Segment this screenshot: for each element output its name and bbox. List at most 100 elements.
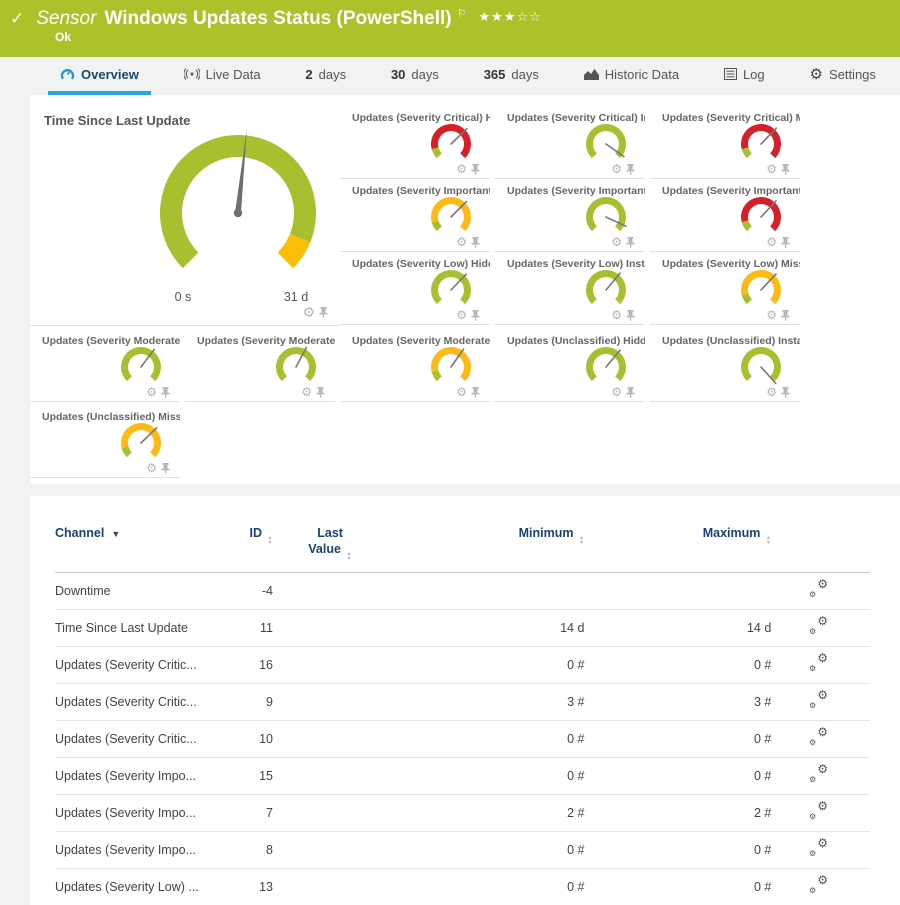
gear-icon[interactable]: ⚙ [611, 163, 622, 175]
gauge[interactable]: 0 s31 d [132, 121, 344, 316]
pushpin-icon[interactable] [319, 307, 328, 318]
pushpin-icon [626, 310, 635, 321]
pushpin-icon[interactable] [626, 310, 635, 321]
tab-overview[interactable]: Overview [48, 57, 151, 95]
gear-icon[interactable]: ⚙ [456, 386, 467, 398]
pushpin-icon[interactable] [471, 237, 480, 248]
tab-365-days[interactable]: 365 days [472, 57, 551, 95]
gauge-tile: Updates (Unclassified) Hidden⚙ [495, 330, 645, 402]
col-header-maximum[interactable]: Maximum▲▼ [584, 526, 771, 572]
tab-live-data[interactable]: Live Data [172, 57, 273, 95]
gear-icon[interactable]: ⚙ [456, 236, 467, 248]
channel-settings-icon[interactable]: ⚙⚙ [809, 767, 828, 782]
gear-icon[interactable]: ⚙ [611, 386, 622, 398]
channel-settings-icon[interactable]: ⚙⚙ [809, 693, 828, 708]
pushpin-icon[interactable] [316, 387, 325, 398]
channel-settings-icon[interactable]: ⚙⚙ [809, 730, 828, 745]
col-header-id[interactable]: ID▲▼ [211, 526, 273, 572]
channel-maximum: 0 # [584, 868, 771, 905]
tab-label: Overview [81, 67, 139, 82]
pushpin-icon [319, 307, 328, 318]
tab-30-days[interactable]: 30 days [379, 57, 451, 95]
channel-settings-icon[interactable]: ⚙⚙ [809, 841, 828, 856]
gear-icon[interactable]: ⚙ [456, 163, 467, 175]
tab-historic-data[interactable]: Historic Data [572, 57, 691, 95]
gauge-tile: Updates (Severity Moderate) ...⚙ [30, 330, 180, 402]
tab-settings[interactable]: ⚙ Settings [797, 57, 887, 95]
sensor-status-text: Ok [55, 30, 71, 44]
gear-icon[interactable]: ⚙ [146, 386, 157, 398]
pushpin-icon[interactable] [626, 237, 635, 248]
channel-minimum: 3 # [387, 683, 584, 720]
channel-maximum: 0 # [584, 720, 771, 757]
pushpin-icon[interactable] [781, 237, 790, 248]
channel-id: 15 [211, 757, 273, 794]
gear-icon[interactable]: ⚙ [302, 305, 315, 319]
col-header-last-value[interactable]: Last Value▲▼ [273, 526, 387, 572]
col-header-edit [771, 526, 870, 572]
gauges-panel: Time Since Last Update 0 s31 d ⚙ Updates… [30, 95, 900, 484]
channel-last-value [273, 794, 387, 831]
channel-maximum: 3 # [584, 683, 771, 720]
pushpin-icon[interactable] [161, 387, 170, 398]
gauge-tile: Updates (Severity Low) Missi...⚙ [650, 253, 800, 325]
gear-icon: ⚙ [809, 67, 822, 82]
flag-icon[interactable]: ⚐ [457, 7, 467, 20]
channel-last-value [273, 757, 387, 794]
gear-icon[interactable]: ⚙ [766, 309, 777, 321]
sensor-header: ✓ Sensor Windows Updates Status (PowerSh… [0, 0, 900, 57]
channel-name: Updates (Severity Critic... [55, 683, 211, 720]
pushpin-icon[interactable] [781, 164, 790, 175]
gear-icon[interactable]: ⚙ [766, 163, 777, 175]
channel-last-value [273, 646, 387, 683]
gear-icon[interactable]: ⚙ [766, 386, 777, 398]
table-row: Downtime-4⚙⚙ [55, 572, 870, 609]
channel-settings-icon[interactable]: ⚙⚙ [809, 804, 828, 819]
channel-name: Updates (Severity Critic... [55, 646, 211, 683]
gear-icon[interactable]: ⚙ [766, 236, 777, 248]
pushpin-icon [781, 237, 790, 248]
channel-maximum: 14 d [584, 609, 771, 646]
gauge-icon [60, 67, 75, 81]
channel-last-value [273, 572, 387, 609]
pushpin-icon [471, 387, 480, 398]
channel-id: 9 [211, 683, 273, 720]
col-header-minimum[interactable]: Minimum▲▼ [387, 526, 584, 572]
col-header-label: ID [250, 526, 263, 540]
sensor-title: Windows Updates Status (PowerShell) [104, 8, 451, 30]
pushpin-icon[interactable] [626, 164, 635, 175]
tab-number: 2 [305, 67, 312, 82]
pushpin-icon[interactable] [781, 387, 790, 398]
gear-icon[interactable]: ⚙ [301, 386, 312, 398]
pushpin-icon [781, 387, 790, 398]
pushpin-icon[interactable] [781, 310, 790, 321]
channel-minimum: 14 d [387, 609, 584, 646]
priority-stars[interactable]: ★★★☆☆ [478, 9, 541, 25]
gear-icon[interactable]: ⚙ [146, 462, 157, 474]
channel-last-value [273, 683, 387, 720]
gauge-tile: Updates (Severity Critical) Ins...⚙ [495, 107, 645, 179]
gear-icon[interactable]: ⚙ [611, 236, 622, 248]
gear-icon[interactable]: ⚙ [456, 309, 467, 321]
channel-settings-icon[interactable]: ⚙⚙ [809, 582, 828, 597]
col-header-channel[interactable]: Channel▼ [55, 526, 211, 572]
pushpin-icon[interactable] [626, 387, 635, 398]
pushpin-icon[interactable] [471, 310, 480, 321]
channel-settings-icon[interactable]: ⚙⚙ [809, 619, 828, 634]
tab-log[interactable]: Log [712, 57, 777, 95]
gauge-tile: Updates (Severity Critical) Mi...⚙ [650, 107, 800, 179]
tab-number: 30 [391, 67, 405, 82]
pushpin-icon[interactable] [471, 387, 480, 398]
pushpin-icon [781, 310, 790, 321]
channel-settings-icon[interactable]: ⚙⚙ [809, 878, 828, 893]
pushpin-icon [161, 463, 170, 474]
gauge-tile: Updates (Severity Important) ...⚙ [495, 180, 645, 252]
tab-2-days[interactable]: 2 days [293, 57, 358, 95]
channel-name: Updates (Severity Impo... [55, 794, 211, 831]
channel-settings-icon[interactable]: ⚙⚙ [809, 656, 828, 671]
channel-name: Updates (Severity Impo... [55, 757, 211, 794]
sort-icon: ▲▼ [579, 536, 585, 546]
pushpin-icon[interactable] [161, 463, 170, 474]
gear-icon[interactable]: ⚙ [611, 309, 622, 321]
pushpin-icon[interactable] [471, 164, 480, 175]
